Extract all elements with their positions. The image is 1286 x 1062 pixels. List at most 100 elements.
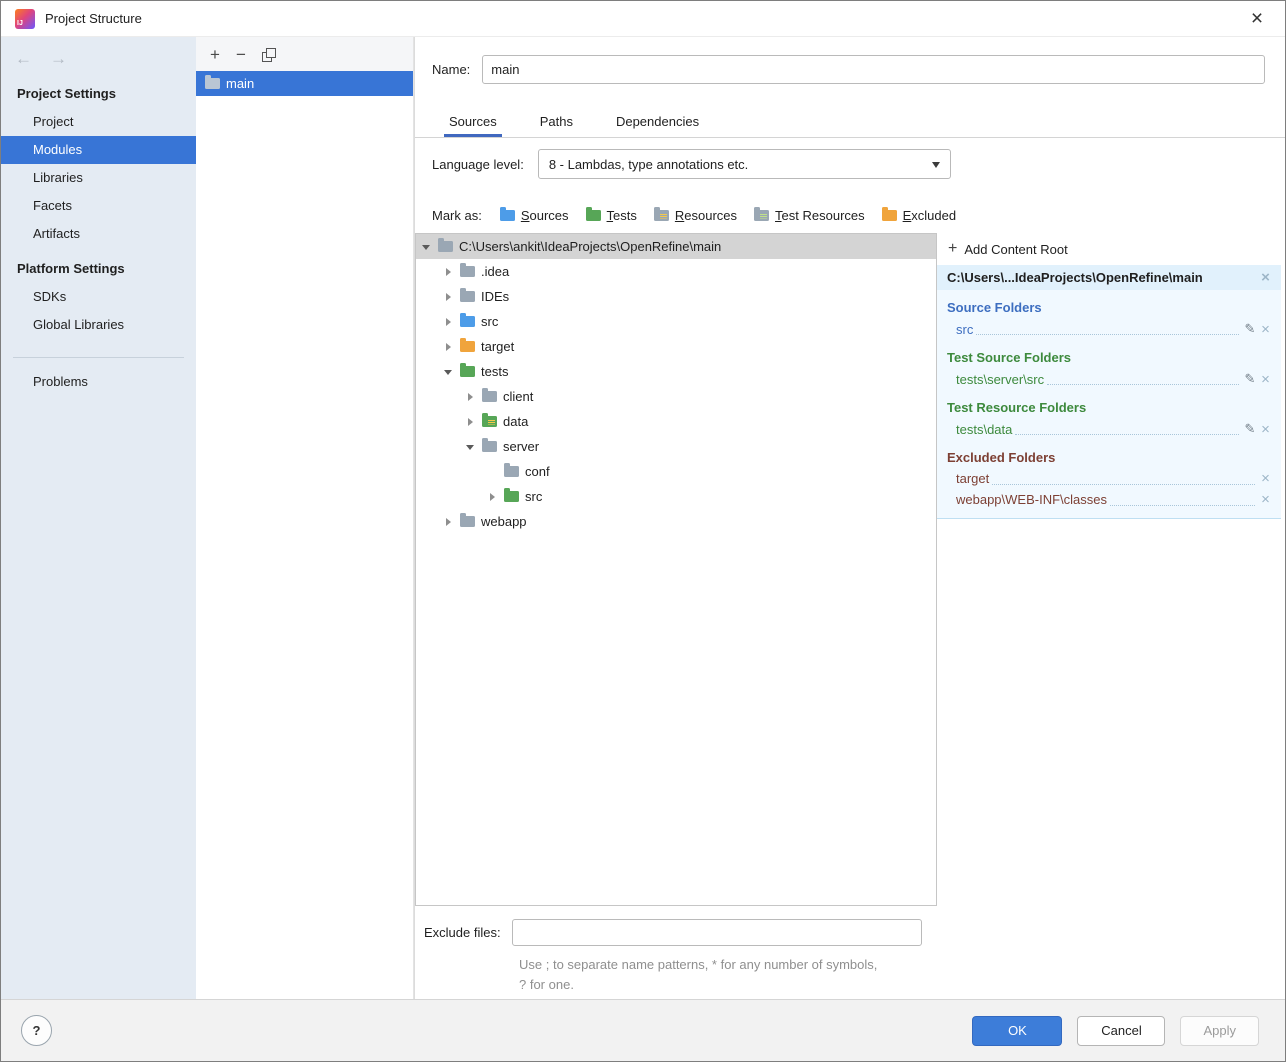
sidebar-item-facets[interactable]: Facets bbox=[1, 192, 196, 220]
edit-icon[interactable]: ✎ bbox=[1242, 421, 1258, 437]
back-arrow-icon[interactable]: ← bbox=[15, 49, 32, 69]
sidebar-item-problems[interactable]: Problems bbox=[1, 368, 196, 396]
exclude-files-input[interactable] bbox=[512, 919, 922, 946]
source-folder-icon bbox=[500, 210, 515, 221]
tree-row-server-src[interactable]: src bbox=[416, 484, 936, 509]
add-module-icon[interactable]: + bbox=[210, 46, 220, 63]
tree-row-client[interactable]: client bbox=[416, 384, 936, 409]
tree-row-target[interactable]: target bbox=[416, 334, 936, 359]
name-label: Name: bbox=[432, 62, 470, 77]
dialog-title: Project Structure bbox=[45, 11, 142, 26]
module-list-panel: + − main bbox=[196, 37, 414, 999]
folder-icon bbox=[460, 516, 475, 527]
intellij-logo-icon: IJ bbox=[15, 9, 35, 29]
sidebar-item-libraries[interactable]: Libraries bbox=[1, 164, 196, 192]
tree-row-webapp[interactable]: webapp bbox=[416, 509, 936, 534]
forward-arrow-icon[interactable]: → bbox=[50, 49, 67, 69]
test-folder-icon bbox=[460, 366, 475, 377]
chevron-collapsed-icon[interactable] bbox=[444, 517, 454, 527]
tree-row-ides[interactable]: IDEs bbox=[416, 284, 936, 309]
ok-button[interactable]: OK bbox=[972, 1016, 1062, 1046]
group-title-test-resource-folders: Test Resource Folders bbox=[937, 390, 1281, 418]
chevron-collapsed-icon[interactable] bbox=[488, 492, 498, 502]
sidebar-item-artifacts[interactable]: Artifacts bbox=[1, 220, 196, 248]
module-name-input[interactable] bbox=[482, 55, 1265, 84]
settings-sidebar: ← → Project Settings Project Modules Lib… bbox=[1, 37, 196, 999]
module-list-item[interactable]: main bbox=[196, 71, 413, 96]
group-title-excluded-folders: Excluded Folders bbox=[937, 440, 1281, 468]
language-level-dropdown[interactable]: 8 - Lambdas, type annotations etc. bbox=[538, 149, 951, 179]
language-level-label: Language level: bbox=[432, 157, 524, 172]
tree-row-idea[interactable]: .idea bbox=[416, 259, 936, 284]
dialog-footer: ? OK Cancel Apply bbox=[1, 999, 1285, 1061]
remove-icon[interactable]: × bbox=[1258, 492, 1273, 507]
remove-icon[interactable]: × bbox=[1258, 471, 1273, 486]
chevron-collapsed-icon[interactable] bbox=[444, 292, 454, 302]
chevron-expanded-icon[interactable] bbox=[422, 242, 432, 252]
language-level-value: 8 - Lambdas, type annotations etc. bbox=[549, 157, 748, 172]
remove-icon[interactable]: × bbox=[1258, 322, 1273, 337]
sidebar-item-global-libraries[interactable]: Global Libraries bbox=[1, 311, 196, 339]
resource-folder-icon bbox=[654, 210, 669, 221]
test-source-folder-icon bbox=[504, 491, 519, 502]
sidebar-divider bbox=[13, 357, 184, 358]
folder-entry-webapp-classes[interactable]: webapp\WEB-INF\classes × bbox=[937, 489, 1281, 510]
edit-icon[interactable]: ✎ bbox=[1242, 371, 1258, 387]
group-title-source-folders: Source Folders bbox=[937, 290, 1281, 318]
help-button[interactable]: ? bbox=[21, 1015, 52, 1046]
mark-test-resources-button[interactable]: Test Resources bbox=[754, 208, 865, 223]
editor-tabs: Sources Paths Dependencies bbox=[415, 101, 1285, 138]
copy-module-icon[interactable] bbox=[262, 48, 275, 61]
chevron-collapsed-icon[interactable] bbox=[444, 267, 454, 277]
tree-row-server[interactable]: server bbox=[416, 434, 936, 459]
tree-row-src[interactable]: src bbox=[416, 309, 936, 334]
folder-icon bbox=[438, 241, 453, 252]
folder-entry-tests-server-src[interactable]: tests\server\src ✎ × bbox=[937, 368, 1281, 390]
folders-panel: + Add Content Root C:\Users\...IdeaProje… bbox=[937, 233, 1285, 519]
module-folder-icon bbox=[205, 78, 220, 89]
chevron-collapsed-icon[interactable] bbox=[444, 342, 454, 352]
exclude-files-label: Exclude files: bbox=[424, 925, 501, 940]
project-structure-dialog: IJ Project Structure × ← → Project Setti… bbox=[0, 0, 1286, 1062]
chevron-expanded-icon[interactable] bbox=[466, 442, 476, 452]
sidebar-item-sdks[interactable]: SDKs bbox=[1, 283, 196, 311]
tree-row-data[interactable]: data bbox=[416, 409, 936, 434]
mark-resources-button[interactable]: Resources bbox=[654, 208, 737, 223]
dotted-leader bbox=[1015, 423, 1239, 435]
folder-entry-target[interactable]: target × bbox=[937, 468, 1281, 489]
excluded-folder-icon bbox=[882, 210, 897, 221]
remove-content-root-icon[interactable]: × bbox=[1258, 270, 1273, 285]
chevron-collapsed-icon[interactable] bbox=[466, 417, 476, 427]
plus-icon: + bbox=[948, 241, 957, 257]
edit-icon[interactable]: ✎ bbox=[1242, 321, 1258, 337]
content-root-path[interactable]: C:\Users\...IdeaProjects\OpenRefine\main… bbox=[937, 265, 1281, 290]
close-icon[interactable]: × bbox=[1243, 5, 1271, 33]
sidebar-item-modules[interactable]: Modules bbox=[1, 136, 196, 164]
remove-icon[interactable]: × bbox=[1258, 372, 1273, 387]
tab-paths[interactable]: Paths bbox=[535, 106, 578, 137]
chevron-collapsed-icon[interactable] bbox=[444, 317, 454, 327]
chevron-expanded-icon[interactable] bbox=[444, 367, 454, 377]
remove-icon[interactable]: × bbox=[1258, 422, 1273, 437]
add-content-root-button[interactable]: + Add Content Root bbox=[937, 233, 1285, 265]
tree-row-conf[interactable]: conf bbox=[416, 459, 936, 484]
sidebar-item-project[interactable]: Project bbox=[1, 108, 196, 136]
chevron-collapsed-icon[interactable] bbox=[466, 392, 476, 402]
folder-entry-tests-data[interactable]: tests\data ✎ × bbox=[937, 418, 1281, 440]
section-header-project-settings: Project Settings bbox=[1, 73, 196, 108]
mark-excluded-button[interactable]: Excluded bbox=[882, 208, 956, 223]
remove-module-icon[interactable]: − bbox=[236, 46, 246, 63]
tree-row-tests[interactable]: tests bbox=[416, 359, 936, 384]
tab-sources[interactable]: Sources bbox=[444, 106, 502, 137]
folder-icon bbox=[482, 441, 497, 452]
cancel-button[interactable]: Cancel bbox=[1077, 1016, 1165, 1046]
folder-entry-src[interactable]: src ✎ × bbox=[937, 318, 1281, 340]
tree-row-root[interactable]: C:\Users\ankit\IdeaProjects\OpenRefine\m… bbox=[416, 234, 936, 259]
folder-icon bbox=[460, 266, 475, 277]
mark-sources-button[interactable]: Sources bbox=[500, 208, 569, 223]
dotted-leader bbox=[1110, 494, 1255, 506]
tab-dependencies[interactable]: Dependencies bbox=[611, 106, 704, 137]
mark-tests-button[interactable]: Tests bbox=[586, 208, 637, 223]
group-title-test-source-folders: Test Source Folders bbox=[937, 340, 1281, 368]
test-resource-folder-icon bbox=[754, 210, 769, 221]
